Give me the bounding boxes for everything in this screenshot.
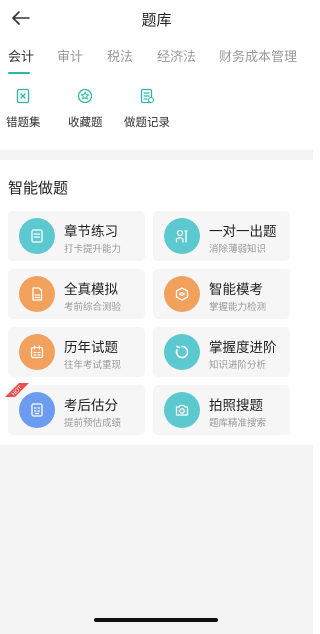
card-subtitle: 考前综合测验	[64, 302, 122, 313]
tab-audit[interactable]: 审计	[57, 46, 83, 65]
tab-financial-cost-management[interactable]: 财务成本管理	[219, 46, 297, 65]
empty-area	[0, 445, 313, 634]
card-icon-circle	[19, 218, 55, 254]
card-icon-circle	[19, 334, 55, 370]
page-title: 题库	[141, 11, 172, 29]
past-exams-card[interactable]: 历年试题 往年考试重现	[8, 327, 145, 377]
card-title: 章节练习	[64, 224, 118, 240]
quick-label: 错题集	[6, 115, 41, 129]
card-subtitle: 消除薄弱知识	[209, 244, 267, 255]
record-icon	[140, 88, 155, 104]
mistake-book-icon	[17, 88, 30, 104]
calendar-icon	[30, 345, 44, 359]
favorites-button[interactable]: 收藏题	[68, 88, 103, 130]
person-icon	[175, 229, 188, 243]
tab-economic-law[interactable]: 经济法	[157, 46, 196, 65]
one-on-one-card[interactable]: 一对一出题 消除薄弱知识	[153, 211, 290, 261]
card-icon-circle	[164, 276, 200, 312]
card-title: 考后估分	[64, 398, 118, 414]
quick-label: 收藏题	[68, 115, 103, 129]
section-divider	[0, 150, 313, 160]
card-title: 一对一出题	[209, 224, 277, 240]
card-title: 历年试题	[64, 340, 118, 356]
card-subtitle: 知识进阶分析	[209, 360, 267, 371]
progress-ring-icon	[175, 345, 189, 359]
smart-mock-card[interactable]: 智能模考 掌握能力检测	[153, 269, 290, 319]
card-title: 掌握度进阶	[209, 340, 277, 356]
card-title: 智能模考	[209, 282, 263, 298]
tab-accounting[interactable]: 会计	[8, 46, 34, 65]
cube-icon	[175, 287, 189, 301]
home-indicator[interactable]	[94, 618, 218, 622]
card-title: 拍照搜题	[209, 398, 263, 414]
quick-tools: 错题集 收藏题 做题记录	[0, 88, 313, 138]
card-icon-circle	[19, 276, 55, 312]
tab-tax-law[interactable]: 税法	[107, 46, 133, 65]
score-icon	[31, 403, 43, 417]
card-subtitle: 提前预估成绩	[64, 418, 122, 429]
card-subtitle: 打卡提升能力	[64, 244, 122, 255]
card-subtitle: 题库精准搜索	[209, 418, 267, 429]
quick-label: 做题记录	[124, 115, 170, 129]
star-icon	[78, 88, 93, 104]
card-icon-circle	[164, 334, 200, 370]
section-title: 智能做题	[8, 179, 69, 197]
card-subtitle: 掌握能力检测	[209, 302, 267, 313]
mastery-progress-card[interactable]: 掌握度进阶 知识进阶分析	[153, 327, 290, 377]
card-icon-circle	[164, 218, 200, 254]
document-icon	[31, 229, 43, 243]
subject-tabs: 会计 审计 税法 经济法 财务成本管理	[0, 46, 313, 78]
card-subtitle: 往年考试重现	[64, 360, 122, 371]
practice-record-button[interactable]: 做题记录	[124, 88, 170, 130]
full-mock-card[interactable]: 全真模拟 考前综合测验	[8, 269, 145, 319]
paper-icon	[32, 287, 43, 301]
card-title: 全真模拟	[64, 282, 118, 298]
mistake-collection-button[interactable]: 错题集	[6, 88, 41, 130]
chapter-practice-card[interactable]: 章节练习 打卡提升能力	[8, 211, 145, 261]
card-icon-circle	[19, 392, 55, 428]
active-tab-indicator	[8, 72, 30, 74]
photo-search-card[interactable]: 拍照搜题 题库精准搜索	[153, 385, 290, 435]
header-bar: 题库	[0, 0, 313, 36]
camera-icon	[175, 404, 189, 416]
card-icon-circle	[164, 392, 200, 428]
score-estimate-card[interactable]: HOT 考后估分 提前预估成绩	[5, 383, 145, 435]
